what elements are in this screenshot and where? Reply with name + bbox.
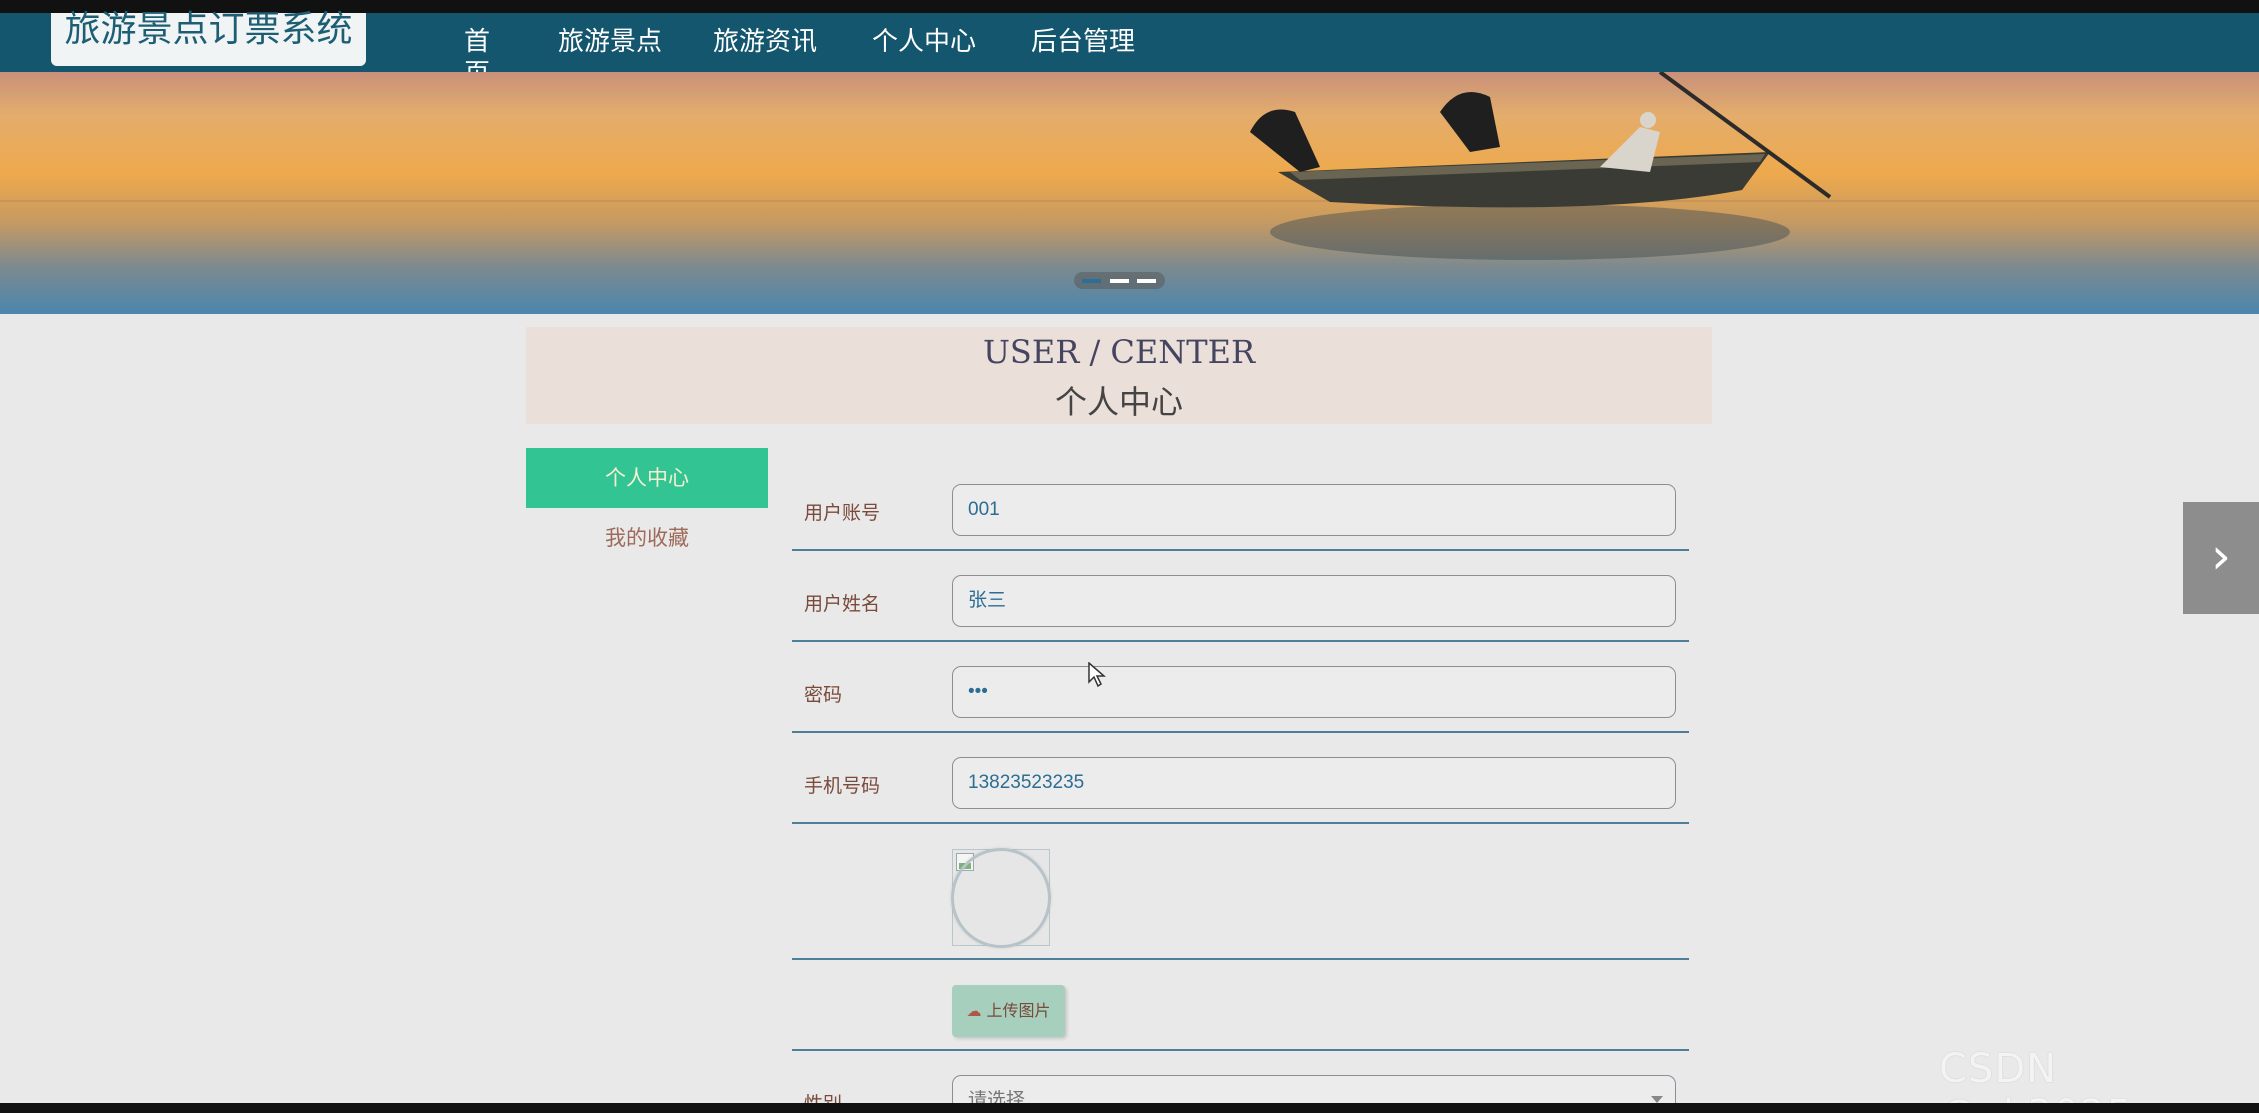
account-input[interactable]: 001 [952,484,1676,536]
carousel-dot-1[interactable] [1082,279,1101,283]
chevron-right-icon: › [2211,527,2231,585]
nav-item-label: 旅游景点 [557,27,662,57]
row-divider [792,640,1689,642]
loading-circle [951,848,1051,948]
section-title-en: USER / CENTER [982,333,1256,371]
cloud-upload-icon: ☁ [966,1002,982,1020]
carousel-dot-3[interactable] [1137,279,1156,283]
nav-item-label: 旅游资讯 [712,27,817,57]
carousel-dot-2[interactable] [1110,279,1129,283]
nav-item-label: 后台管理 [1030,27,1135,57]
section-header: USER / CENTER 个人中心 [526,327,1712,424]
site-title: 旅游景点订票系统 [64,9,353,50]
screen-bottom-bar [0,1103,2259,1113]
phone-label: 手机号码 [804,775,881,797]
password-input[interactable]: ••• [952,666,1676,718]
account-label: 用户账号 [804,502,881,524]
name-label: 用户姓名 [804,593,881,615]
password-label: 密码 [804,684,843,706]
upload-button-label: 上传图片 [986,1001,1051,1020]
banner-carousel[interactable] [0,72,2259,314]
sidebar-item-label: 个人中心 [605,466,689,490]
carousel-dots [1074,272,1165,289]
phone-input[interactable]: 13823523235 [952,757,1676,809]
site-logo[interactable]: 旅游景点订票系统 [51,12,366,66]
upload-image-button[interactable]: ☁ 上传图片 [952,985,1065,1037]
row-divider [792,958,1689,960]
row-divider [792,822,1689,824]
next-slide-button[interactable]: › [2183,502,2259,614]
row-divider [792,1049,1689,1051]
gender-select[interactable]: 请选择 [952,1075,1676,1111]
mouse-cursor-icon [1088,662,1106,688]
nav-item-label: 个人中心 [871,27,976,57]
sidebar-item-favorites[interactable]: 我的收藏 [526,508,768,568]
row-divider [792,549,1689,551]
name-input[interactable]: 张三 [952,575,1676,627]
chevron-down-icon [1651,1096,1663,1103]
row-divider [792,731,1689,733]
sidebar-item-user-center[interactable]: 个人中心 [526,448,768,508]
sidebar-item-label: 我的收藏 [605,526,689,550]
section-title-cn: 个人中心 [1054,383,1183,421]
